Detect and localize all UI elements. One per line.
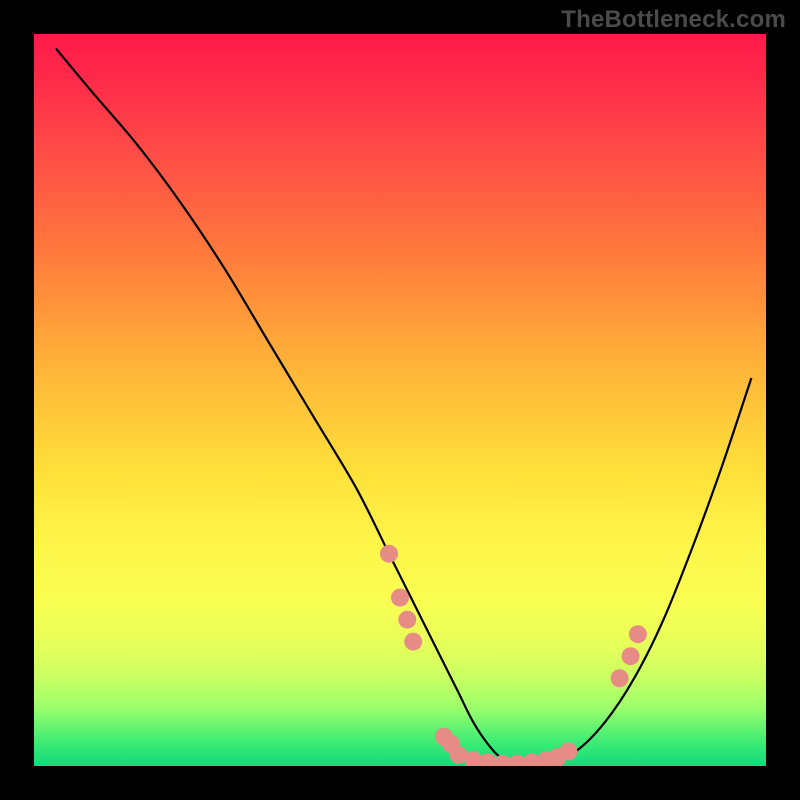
data-point: [559, 742, 577, 760]
data-point: [435, 728, 453, 746]
watermark-text: TheBottleneck.com: [561, 6, 786, 34]
data-point: [494, 755, 512, 766]
bottleneck-curve: [56, 49, 751, 766]
data-point: [537, 751, 555, 766]
data-point: [391, 589, 409, 607]
data-point: [548, 748, 566, 766]
data-point: [380, 545, 398, 563]
data-points: [380, 545, 647, 766]
data-point: [523, 753, 541, 766]
data-point: [508, 755, 526, 766]
data-point: [442, 735, 460, 753]
data-point: [464, 751, 482, 766]
data-point: [622, 647, 640, 665]
plot-area: [34, 34, 766, 766]
data-point: [611, 669, 629, 687]
data-point: [479, 753, 497, 766]
chart-frame: TheBottleneck.com: [0, 0, 800, 800]
data-point: [629, 625, 647, 643]
curve-layer: [34, 34, 766, 766]
data-point: [450, 746, 468, 764]
data-point: [404, 633, 422, 651]
data-point: [398, 611, 416, 629]
